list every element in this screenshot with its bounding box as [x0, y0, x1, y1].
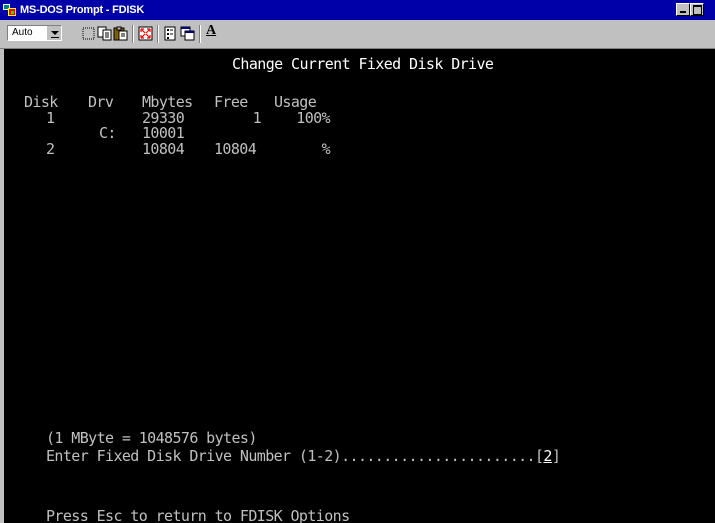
window-title: MS-DOS Prompt - FDISK: [20, 4, 145, 16]
drive-number-input[interactable]: 2: [543, 447, 552, 465]
toolbar-separator: [132, 25, 134, 43]
fullscreen-icon[interactable]: [138, 26, 153, 41]
table-cell-free: 1: [252, 109, 262, 127]
column-header-drv: Drv: [88, 93, 114, 111]
maximize-button[interactable]: [690, 3, 704, 16]
prompt-close: ]: [551, 447, 561, 465]
font-size-select[interactable]: Auto: [7, 25, 62, 41]
prompt-text: Enter Fixed Disk Drive Number (1-2).....…: [46, 447, 544, 465]
drive-number-prompt: Enter Fixed Disk Drive Number (1-2).....…: [46, 447, 561, 465]
table-cell-free: 10804: [214, 140, 257, 158]
table-cell-usage: %: [321, 140, 331, 158]
chevron-down-icon[interactable]: [47, 26, 61, 40]
font-size-value: Auto: [12, 27, 33, 38]
table-cell-drv: C:: [99, 124, 116, 142]
properties-icon[interactable]: [163, 26, 178, 41]
copy-icon[interactable]: [97, 26, 112, 41]
screen-heading: Change Current Fixed Disk Drive: [232, 55, 494, 73]
title-bar[interactable]: MS-DOS Prompt - FDISK: [0, 0, 715, 20]
background-icon[interactable]: [180, 26, 195, 41]
table-cell-disk: 2: [46, 140, 55, 158]
msdos-window: MS-DOS Prompt - FDISK Auto A Change Curr…: [0, 0, 715, 523]
paste-icon[interactable]: [113, 26, 128, 41]
table-cell-usage: 100%: [296, 109, 330, 127]
dos-screen[interactable]: Change Current Fixed Disk Drive Disk Drv…: [4, 49, 715, 523]
msdos-icon[interactable]: [2, 2, 17, 17]
esc-hint: Press Esc to return to FDISK Options: [46, 507, 350, 523]
table-cell-mbytes: 10804: [142, 140, 185, 158]
toolbar-separator: [157, 25, 159, 43]
toolbar-separator: [199, 25, 201, 43]
mbyte-note: (1 MByte = 1048576 bytes): [46, 429, 257, 447]
font-icon[interactable]: A: [206, 23, 216, 39]
toolbar: Auto A: [0, 20, 715, 49]
mark-icon[interactable]: [81, 26, 96, 41]
table-cell-disk: 1: [46, 109, 55, 127]
minimize-button[interactable]: [676, 3, 690, 16]
